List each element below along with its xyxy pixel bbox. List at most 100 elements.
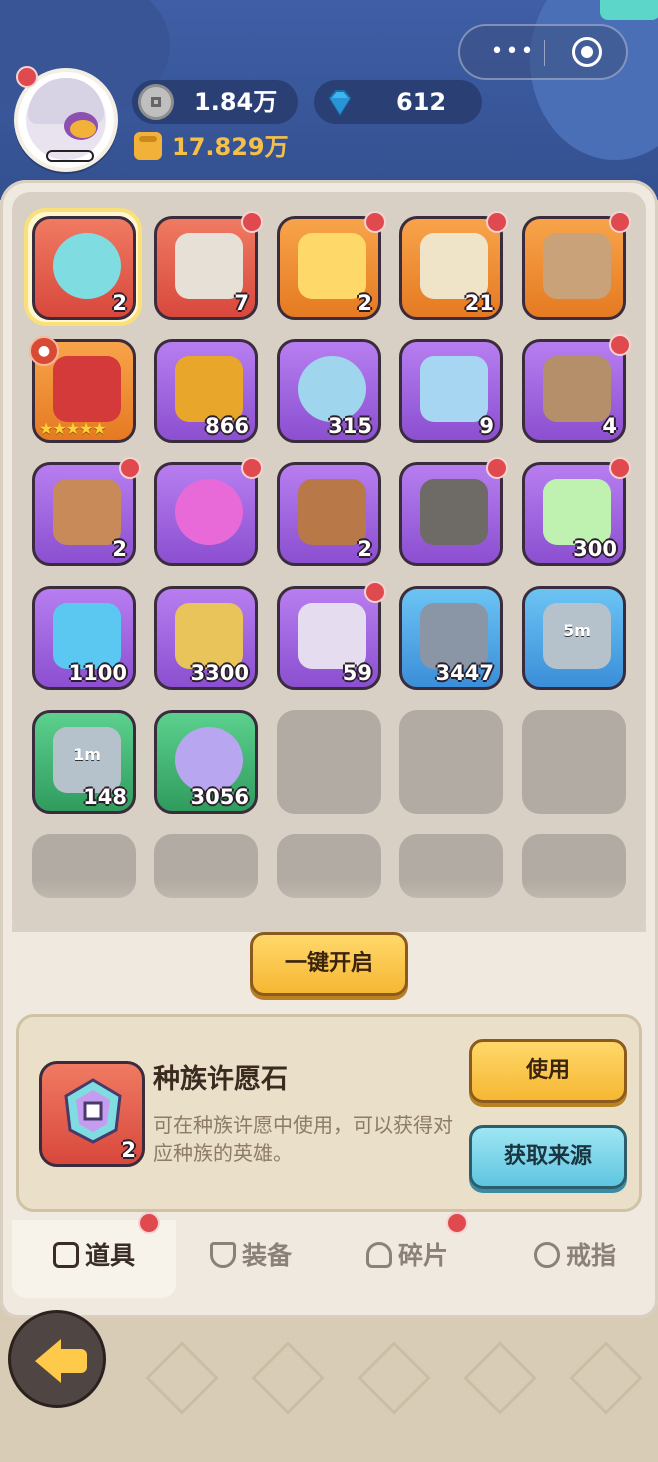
inventory-item-crystal-cluster[interactable]: 3056 bbox=[154, 710, 258, 814]
tab-shards-badge bbox=[446, 1212, 468, 1234]
inventory-item-gold-chest[interactable]: 21 bbox=[399, 211, 508, 320]
detail-item-name: 种族许愿石 bbox=[153, 1064, 288, 1095]
empty-slot bbox=[277, 710, 381, 814]
race-wish-stone-icon bbox=[53, 233, 121, 299]
inventory-item-purple-chest[interactable]: 59 bbox=[277, 581, 386, 690]
inventory-item-pink-star-gem[interactable] bbox=[154, 457, 263, 566]
use-button[interactable]: 使用 bbox=[469, 1039, 627, 1103]
mini-program-capsule: ••• bbox=[458, 24, 628, 80]
wood-logs-icon bbox=[298, 479, 366, 545]
new-item-badge bbox=[364, 581, 386, 603]
item-count: 2 bbox=[112, 291, 127, 315]
tab-items-badge bbox=[138, 1212, 160, 1234]
blue-crystal-icon bbox=[298, 356, 366, 422]
red-helmet-5star-icon bbox=[53, 356, 121, 422]
puzzle-icon bbox=[365, 1242, 392, 1268]
inventory-item-red-chest[interactable]: 7 bbox=[154, 211, 263, 320]
gold-medal-icon bbox=[175, 603, 243, 669]
inventory-item-red-helmet-5star[interactable]: ★★★★★ ● bbox=[29, 336, 136, 443]
empty-slot bbox=[399, 710, 503, 814]
new-item-badge bbox=[486, 457, 508, 479]
green-emblem-icon bbox=[543, 479, 611, 545]
inventory-item-blue-crystal[interactable]: 315 bbox=[277, 339, 381, 443]
coin-counter[interactable]: 1.84万 bbox=[132, 80, 298, 124]
tab-rings[interactable]: 戒指 bbox=[520, 1220, 630, 1298]
empty-slot bbox=[522, 710, 626, 814]
inventory-item-race-wish-stone[interactable]: 2 bbox=[32, 216, 136, 320]
blue-ticket-icon bbox=[420, 356, 488, 422]
close-target-icon[interactable] bbox=[572, 37, 602, 67]
inventory-item-rune-stone[interactable]: 3447 bbox=[399, 586, 503, 690]
item-count: 7 bbox=[234, 291, 249, 315]
inventory-item-speedup-1m[interactable]: 1m 148 bbox=[32, 710, 136, 814]
item-count: 21 bbox=[464, 291, 494, 315]
item-count: 315 bbox=[328, 414, 372, 438]
inventory-item-green-emblem[interactable]: 300 bbox=[522, 457, 631, 566]
back-button[interactable] bbox=[8, 1310, 106, 1408]
new-item-badge bbox=[241, 211, 263, 233]
inventory-item-gold-medal[interactable]: 3300 bbox=[154, 586, 258, 690]
item-count: 3447 bbox=[435, 661, 494, 685]
detail-item-count: 2 bbox=[121, 1138, 136, 1162]
meat-icon bbox=[53, 479, 121, 545]
item-count: 9 bbox=[479, 414, 494, 438]
open-all-button[interactable]: 一键开启 bbox=[250, 932, 408, 996]
item-count: 1100 bbox=[68, 661, 127, 685]
item-count: 148 bbox=[83, 785, 127, 809]
tab-shards-label: 碎片 bbox=[397, 1241, 448, 1270]
item-count: 2 bbox=[357, 291, 372, 315]
shield-icon bbox=[209, 1242, 236, 1268]
inventory-item-meat[interactable]: 2 bbox=[32, 457, 141, 566]
timer-label: 5m bbox=[563, 621, 591, 640]
detail-item-icon: 2 bbox=[39, 1061, 145, 1167]
gold-ore-icon bbox=[175, 356, 243, 422]
fist-icon bbox=[134, 132, 162, 160]
more-icon[interactable]: ••• bbox=[484, 39, 542, 65]
item-detail-card: 2 种族许愿石 可在种族许愿中使用，可以获得对应种族的英雄。 使用 获取来源 bbox=[16, 1014, 642, 1212]
tab-shards[interactable]: 碎片 bbox=[352, 1220, 462, 1298]
inventory-item-blue-ticket[interactable]: 9 bbox=[399, 339, 503, 443]
item-count: 300 bbox=[573, 537, 617, 561]
inventory-item-coin-bag[interactable]: 4 bbox=[522, 334, 631, 443]
item-count: 866 bbox=[205, 414, 249, 438]
tab-rings-label: 戒指 bbox=[565, 1241, 616, 1270]
ring-icon bbox=[533, 1242, 560, 1268]
tab-equipment[interactable]: 装备 bbox=[196, 1220, 306, 1298]
new-item-badge bbox=[241, 457, 263, 479]
inventory-item-supply-crate[interactable] bbox=[522, 211, 631, 320]
gold-chest-icon bbox=[420, 233, 488, 299]
star-rating: ★★★★★ bbox=[39, 419, 107, 438]
tab-equipment-label: 装备 bbox=[241, 1241, 292, 1270]
orange-ticket-icon bbox=[298, 233, 366, 299]
purple-chest-icon bbox=[298, 603, 366, 669]
avatar-badge bbox=[16, 66, 38, 88]
back-arrow-icon bbox=[35, 1339, 61, 1383]
timer-label: 1m bbox=[73, 745, 101, 764]
iron-ore-cart-icon bbox=[420, 479, 488, 545]
fire-icon: ● bbox=[29, 336, 59, 366]
inventory-item-water-orb[interactable]: 1100 bbox=[32, 586, 136, 690]
inventory-item-iron-ore-cart[interactable] bbox=[399, 457, 508, 566]
item-count: 2 bbox=[112, 537, 127, 561]
item-count: 3056 bbox=[190, 785, 249, 809]
tab-items-label: 道具 bbox=[84, 1241, 135, 1270]
get-source-button[interactable]: 获取来源 bbox=[469, 1125, 627, 1189]
coin-value: 1.84万 bbox=[194, 88, 278, 116]
gem-counter[interactable]: 612 bbox=[314, 80, 482, 124]
water-orb-icon bbox=[53, 603, 121, 669]
coin-bag-icon bbox=[543, 356, 611, 422]
inventory-item-wood-logs[interactable]: 2 bbox=[277, 462, 381, 566]
inventory-item-gold-ore[interactable]: 866 bbox=[154, 339, 258, 443]
inventory-item-speedup-5m[interactable]: 5m bbox=[522, 586, 626, 690]
power-value: 17.829万 bbox=[172, 133, 289, 161]
new-item-badge bbox=[609, 334, 631, 356]
category-tabs: 道具 装备 碎片 戒指 bbox=[0, 1220, 658, 1300]
new-item-badge bbox=[609, 457, 631, 479]
diamond-icon bbox=[328, 90, 352, 116]
pink-star-gem-icon bbox=[175, 479, 243, 545]
rune-stone-icon bbox=[420, 603, 488, 669]
new-item-badge bbox=[364, 211, 386, 233]
item-count: 59 bbox=[342, 661, 372, 685]
red-chest-icon bbox=[175, 233, 243, 299]
inventory-item-orange-ticket[interactable]: 2 bbox=[277, 211, 386, 320]
